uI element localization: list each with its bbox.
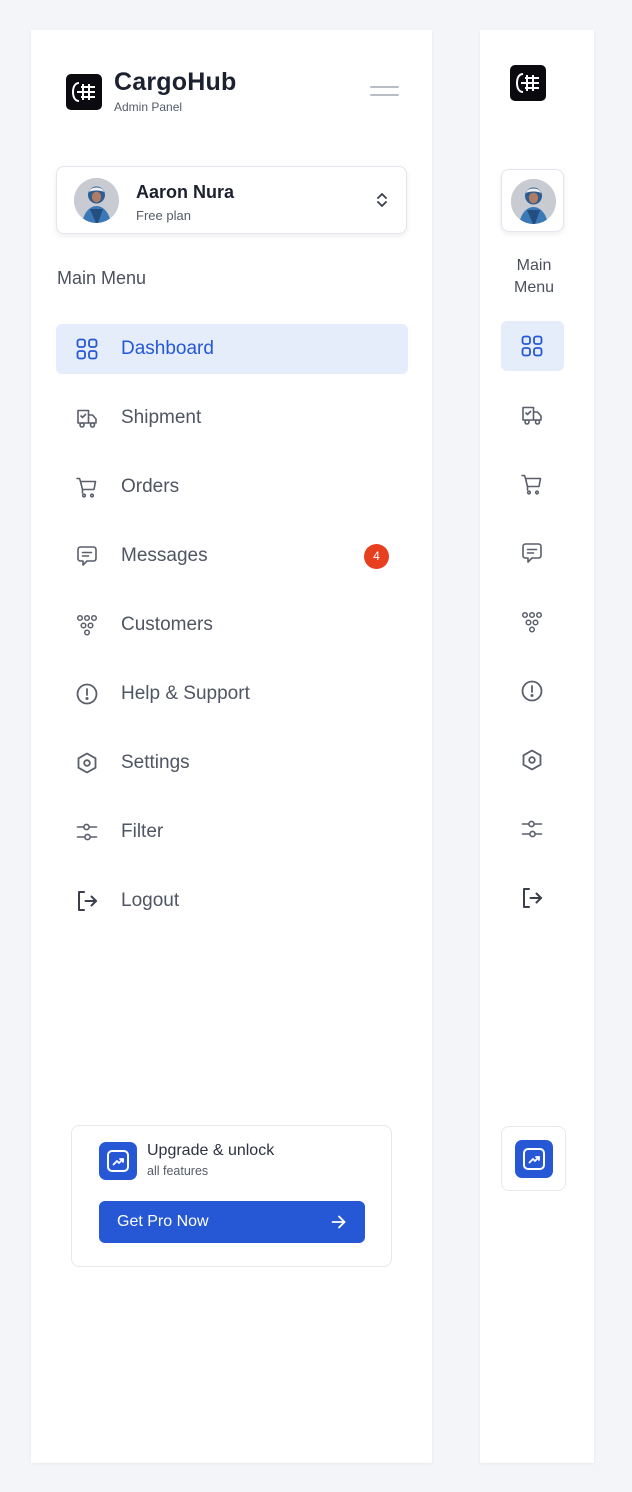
alert-circle-icon xyxy=(75,682,99,706)
user-switcher-compact[interactable] xyxy=(501,169,564,232)
logout-icon xyxy=(75,889,99,913)
nav-item-orders[interactable]: Orders xyxy=(56,462,408,512)
arrow-right-icon xyxy=(331,1215,346,1229)
user-switcher[interactable]: Aaron Nura Free plan xyxy=(56,166,407,234)
main-menu-heading: Main Menu xyxy=(57,268,147,288)
nav-item-customers[interactable]: Customers xyxy=(56,600,408,650)
user-plan: Free plan xyxy=(136,208,191,223)
nav-item-help-support-compact[interactable] xyxy=(501,666,564,716)
chat-icon xyxy=(75,544,99,568)
nav-item-help-support[interactable]: Help & Support xyxy=(56,669,408,719)
truck-icon xyxy=(75,406,99,430)
get-pro-button[interactable]: Get Pro Now xyxy=(99,1201,365,1243)
upgrade-card: Upgrade & unlock all features Get Pro No… xyxy=(71,1125,392,1267)
chevron-up-down-icon xyxy=(377,193,387,207)
brand-name: CargoHub xyxy=(114,68,237,96)
nav-label: Customers xyxy=(121,614,213,635)
get-pro-label: Get Pro Now xyxy=(117,1213,209,1230)
nav-item-customers-compact[interactable] xyxy=(501,597,564,647)
nav-item-orders-compact[interactable] xyxy=(501,459,564,509)
sliders-icon xyxy=(75,820,99,844)
settings-hexagon-icon xyxy=(75,751,99,775)
sidebar-expanded: CargoHub Admin Panel Aaron Nura Free pla… xyxy=(31,30,432,1463)
nav-item-filter-compact[interactable] xyxy=(501,804,564,854)
nav-label: Shipment xyxy=(121,407,202,428)
nav-label: Settings xyxy=(121,752,190,773)
nav-label: Orders xyxy=(121,476,180,497)
cargohub-logo-icon[interactable] xyxy=(66,74,102,110)
main-menu-heading-compact: Main Menu xyxy=(480,255,588,299)
hamburger-menu-icon[interactable] xyxy=(370,84,400,98)
nav-label: Dashboard xyxy=(121,338,214,359)
truck-icon xyxy=(520,403,544,427)
user-name: Aaron Nura xyxy=(136,182,235,202)
cart-icon xyxy=(520,472,544,496)
logout-icon xyxy=(520,886,544,910)
nav-item-settings[interactable]: Settings xyxy=(56,738,408,788)
customers-icon xyxy=(520,610,544,634)
sidebar-collapsed: Main Menu xyxy=(480,30,594,1463)
nav-item-filter[interactable]: Filter xyxy=(56,807,408,857)
nav-item-logout[interactable]: Logout xyxy=(56,876,408,926)
nav-item-messages[interactable]: Messages 4 xyxy=(56,531,408,581)
main-menu-line2: Menu xyxy=(513,279,555,296)
upgrade-button-compact[interactable] xyxy=(501,1126,566,1191)
nav-item-logout-compact[interactable] xyxy=(501,873,564,923)
nav-item-messages-compact[interactable] xyxy=(501,528,564,578)
nav-item-shipment-compact[interactable] xyxy=(501,390,564,440)
grid-icon xyxy=(520,334,544,358)
trend-icon xyxy=(515,1140,553,1178)
upgrade-title: Upgrade & unlock xyxy=(147,1142,275,1159)
cargohub-logo-icon[interactable] xyxy=(510,65,546,101)
chat-icon xyxy=(520,541,544,565)
nav-label: Messages xyxy=(121,545,208,566)
upgrade-subtitle: all features xyxy=(147,1164,209,1178)
brand-subtitle: Admin Panel xyxy=(114,100,183,114)
nav-item-dashboard-compact[interactable] xyxy=(501,321,564,371)
nav-label: Help & Support xyxy=(121,683,250,704)
avatar xyxy=(511,179,556,224)
sliders-icon xyxy=(520,817,544,841)
cart-icon xyxy=(75,475,99,499)
nav-label: Logout xyxy=(121,890,180,911)
nav-item-dashboard[interactable]: Dashboard xyxy=(56,324,408,374)
settings-hexagon-icon xyxy=(520,748,544,772)
main-menu-line1: Main xyxy=(516,257,552,274)
nav-label: Filter xyxy=(121,821,164,842)
grid-icon xyxy=(75,337,99,361)
customers-icon xyxy=(75,613,99,637)
messages-count-badge: 4 xyxy=(364,544,389,569)
trend-icon xyxy=(99,1142,137,1180)
alert-circle-icon xyxy=(520,679,544,703)
avatar xyxy=(74,178,119,223)
nav-item-settings-compact[interactable] xyxy=(501,735,564,785)
nav-item-shipment[interactable]: Shipment xyxy=(56,393,408,443)
